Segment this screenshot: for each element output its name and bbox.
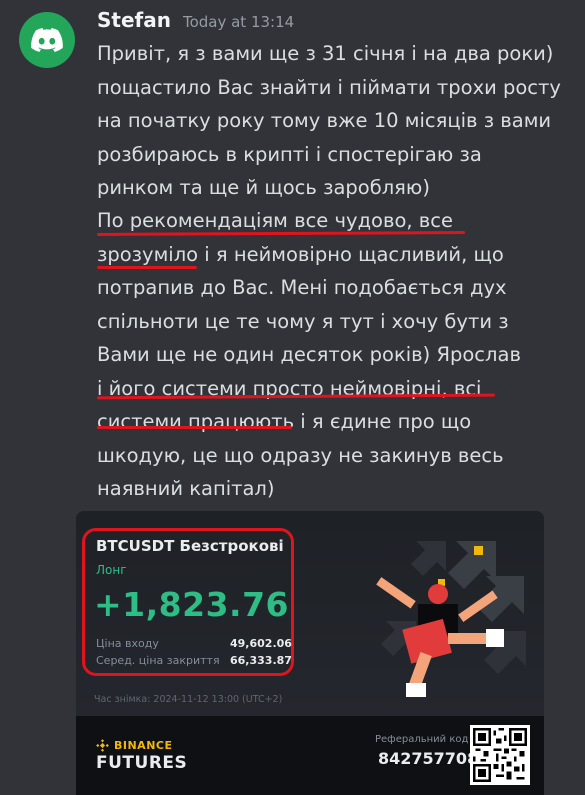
brand-bottom: FUTURES xyxy=(96,753,188,773)
close-price-value: 66,333.87 xyxy=(230,654,292,667)
message-line: Вами ще не один десяток років) Ярослав xyxy=(97,343,521,366)
binance-logo-icon xyxy=(96,739,109,752)
binance-futures-logo: BINANCE FUTURES xyxy=(96,739,187,773)
message-line: на початку року тому вже 10 місяців з ва… xyxy=(97,109,552,132)
message-line: і його системи просто неймовірні, всі xyxy=(97,376,482,400)
message-header: Stefan Today at 13:14 xyxy=(97,8,294,32)
avatar[interactable] xyxy=(19,12,75,68)
binance-pnl-card[interactable]: BTCUSDT Безстрокові Лонг +1,823.76 Ціна … xyxy=(76,511,544,795)
message-paragraph-1: Привіт, я з вами ще з 31 січня і на два … xyxy=(97,37,567,205)
message-line: спільноти це те чому я тут і хочу бути з xyxy=(97,309,509,333)
entry-price-value: 49,602.06 xyxy=(230,637,292,650)
message-paragraph-2: По рекомендаціям все чудово, все зрозумі… xyxy=(97,204,567,506)
message-line: розбираюсь в крипті і спостерігаю за xyxy=(97,142,482,166)
brand-top: BINANCE xyxy=(114,739,173,752)
message-line: шкодую, це що одразу не закинув весь xyxy=(97,443,504,467)
highlight-underline xyxy=(97,266,197,269)
close-price-row: Серед. ціна закриття 66,333.87 xyxy=(96,654,292,667)
entry-price-row: Ціна входу 49,602.06 xyxy=(96,637,292,650)
close-price-label: Серед. ціна закриття xyxy=(96,654,220,667)
message-line: пощастило Вас знайти і піймати трохи рос… xyxy=(97,75,561,99)
message-line: ринком та ще й щось заробляю) xyxy=(97,176,430,199)
snapshot-time: Час знімка: 2024-11-12 13:00 (UTC+2) xyxy=(94,694,283,705)
entry-price-label: Ціна входу xyxy=(96,637,159,650)
highlight-underline xyxy=(97,426,292,429)
timestamp[interactable]: Today at 13:14 xyxy=(183,13,294,31)
pnl-value: +1,823.76 xyxy=(94,585,289,624)
message-line: Привіт, я з вами ще з 31 січня і на два … xyxy=(97,42,554,65)
qr-code-icon xyxy=(470,725,530,785)
message-line: системи працюють і я єдине про що xyxy=(97,410,472,433)
referral-label: Реферальний код xyxy=(375,734,469,745)
message-line: наявний капітал) xyxy=(97,477,275,500)
position-side: Лонг xyxy=(96,563,127,577)
referral-code: 842757708 xyxy=(378,749,479,768)
message-line: потрапив до Вас. Мені подобається дух xyxy=(97,276,507,299)
trader-illustration xyxy=(376,541,526,697)
discord-logo-icon xyxy=(31,28,63,52)
trading-pair: BTCUSDT Безстрокові xyxy=(96,537,284,555)
username[interactable]: Stefan xyxy=(97,8,171,32)
